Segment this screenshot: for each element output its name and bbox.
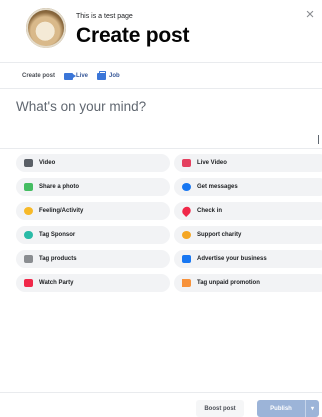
- action-label: Tag products: [39, 256, 77, 262]
- boost-post-button[interactable]: Boost post: [196, 400, 244, 417]
- close-icon[interactable]: ×: [303, 7, 317, 22]
- action-label: Feeling/Activity: [39, 208, 84, 214]
- watch-party-icon: [24, 279, 33, 287]
- flag-icon: [182, 279, 191, 287]
- action-tag-unpaid-promotion[interactable]: Tag unpaid promotion: [174, 274, 322, 292]
- header-divider: [0, 62, 322, 63]
- action-tag-products[interactable]: Tag products: [16, 250, 170, 268]
- briefcase-icon: [97, 70, 107, 80]
- type-divider: [0, 88, 322, 89]
- action-label: Advertise your business: [197, 256, 267, 262]
- action-video[interactable]: Video: [16, 154, 170, 172]
- post-type-job-label: Job: [109, 73, 120, 79]
- action-label: Watch Party: [39, 280, 74, 286]
- action-label: Tag unpaid promotion: [197, 280, 260, 286]
- page-avatar: [26, 8, 66, 48]
- handshake-icon: [24, 231, 33, 239]
- footer-divider: [0, 392, 322, 393]
- action-live-video[interactable]: Live Video: [174, 154, 322, 172]
- photo-icon: [24, 183, 33, 191]
- text-cursor: [318, 135, 319, 144]
- dialog-title: Create post: [76, 24, 190, 47]
- post-type-label: Create post: [22, 73, 56, 79]
- action-feeling-activity[interactable]: Feeling/Activity: [16, 202, 170, 220]
- action-advertise-business[interactable]: Advertise your business: [174, 250, 322, 268]
- charity-icon: [182, 231, 191, 239]
- location-pin-icon: [180, 204, 193, 218]
- action-support-charity[interactable]: Support charity: [174, 226, 322, 244]
- post-type-bar: Create post Live Job: [22, 69, 120, 83]
- page-name: This is a test page: [76, 13, 133, 20]
- live-video-icon: [182, 159, 191, 167]
- video-camera-icon: [64, 72, 77, 80]
- action-label: Get messages: [197, 184, 238, 190]
- action-share-photo[interactable]: Share a photo: [16, 178, 170, 196]
- action-label: Check in: [197, 208, 223, 214]
- post-composer-input[interactable]: [12, 95, 302, 117]
- action-check-in[interactable]: Check in: [174, 202, 322, 220]
- messenger-icon: [182, 183, 191, 191]
- megaphone-icon: [182, 255, 191, 263]
- shopping-bag-icon: [24, 255, 33, 263]
- action-label: Tag Sponsor: [39, 232, 76, 238]
- action-watch-party[interactable]: Watch Party: [16, 274, 170, 292]
- action-label: Video: [39, 160, 56, 166]
- composer-divider: [0, 148, 322, 149]
- action-label: Share a photo: [39, 184, 80, 190]
- post-type-live[interactable]: Live: [64, 72, 89, 80]
- dialog-header: This is a test page Create post ×: [0, 0, 322, 62]
- action-get-messages[interactable]: Get messages: [174, 178, 322, 196]
- feeling-emoji-icon: [24, 207, 33, 215]
- action-label: Support charity: [197, 232, 242, 238]
- post-type-live-label: Live: [76, 73, 89, 79]
- publish-options-dropdown[interactable]: ▾: [305, 400, 319, 417]
- video-icon: [24, 159, 33, 167]
- action-label: Live Video: [197, 160, 227, 166]
- post-type-job[interactable]: Job: [97, 70, 120, 80]
- action-tag-sponsor[interactable]: Tag Sponsor: [16, 226, 170, 244]
- publish-button[interactable]: Publish: [257, 400, 305, 417]
